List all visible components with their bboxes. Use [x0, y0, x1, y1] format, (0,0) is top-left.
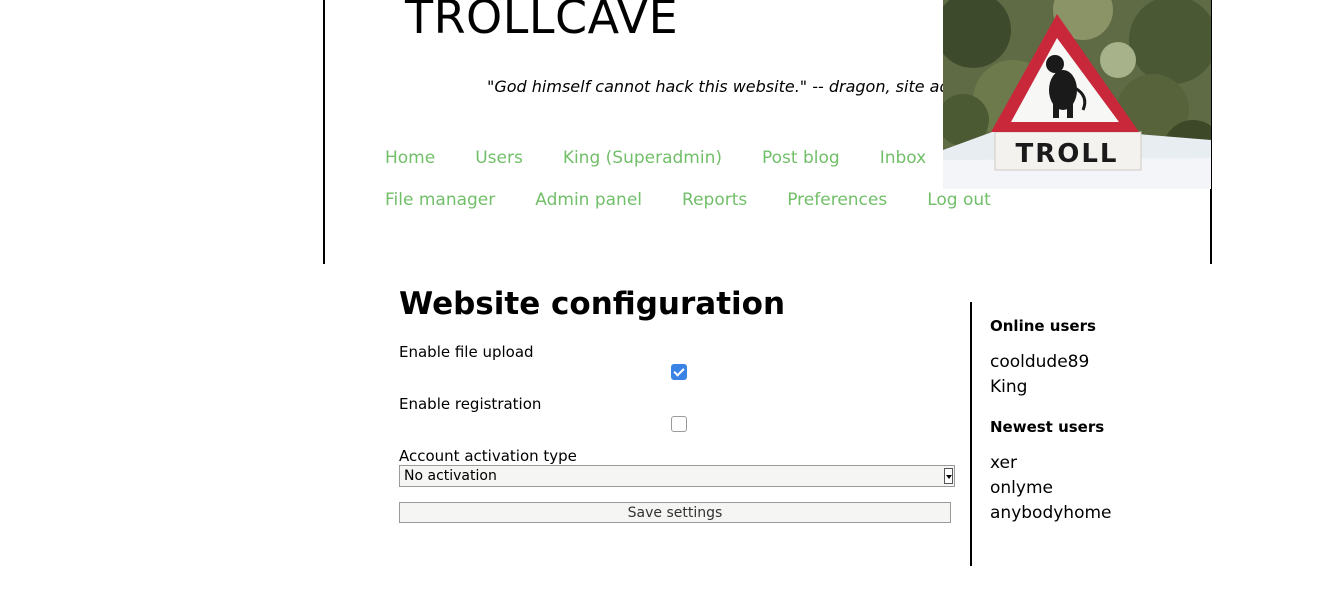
newest-user-item[interactable]: onlyme — [990, 476, 1190, 501]
nav-link-preferences[interactable]: Preferences — [787, 190, 887, 210]
nav-link-file-manager[interactable]: File manager — [385, 190, 495, 210]
nav-link-inbox[interactable]: Inbox — [880, 148, 927, 168]
nav-row-2: File manager Admin panel Reports Prefere… — [385, 190, 1005, 232]
newest-users-list: xer onlyme anybodyhome — [990, 451, 1190, 526]
chevron-down-icon — [944, 468, 953, 484]
file-upload-label: Enable file upload — [399, 343, 534, 361]
page-title: Website configuration — [399, 286, 786, 322]
registration-label: Enable registration — [399, 395, 542, 413]
nav-link-admin-panel[interactable]: Admin panel — [535, 190, 642, 210]
nav-link-users[interactable]: Users — [475, 148, 523, 168]
registration-checkbox[interactable] — [671, 416, 687, 432]
config-form: Website configuration Enable file upload… — [399, 282, 955, 523]
nav-link-king-superadmin[interactable]: King (Superadmin) — [563, 148, 722, 168]
file-upload-checkbox[interactable] — [671, 364, 687, 380]
online-users-list: cooldude89 King — [990, 350, 1190, 400]
nav-link-post-blog[interactable]: Post blog — [762, 148, 840, 168]
site-header: TROLLCAVE "God himself cannot hack this … — [323, 0, 1212, 264]
troll-sign-text: TROLL — [1016, 139, 1119, 169]
online-user-item[interactable]: cooldude89 — [990, 350, 1190, 375]
activation-type-select[interactable]: No activation — [399, 465, 955, 487]
activation-type-selected-value: No activation — [404, 468, 497, 484]
nav-link-reports[interactable]: Reports — [682, 190, 747, 210]
registration-field: Enable registration — [399, 395, 951, 438]
page: TROLLCAVE "God himself cannot hack this … — [0, 0, 1335, 612]
nav-link-log-out[interactable]: Log out — [927, 190, 991, 210]
site-title[interactable]: TROLLCAVE — [405, 0, 678, 48]
newest-users-heading: Newest users — [990, 418, 1105, 436]
activation-type-label: Account activation type — [399, 447, 577, 465]
main-navigation: Home Users King (Superadmin) Post blog I… — [385, 148, 1005, 232]
newest-user-item[interactable]: xer — [990, 451, 1190, 476]
nav-row-1: Home Users King (Superadmin) Post blog I… — [385, 148, 1005, 190]
online-user-item[interactable]: King — [990, 375, 1190, 400]
online-users-heading: Online users — [990, 317, 1096, 335]
sidebar: Online users cooldude89 King Newest user… — [970, 302, 1190, 566]
site-tagline: "God himself cannot hack this website." … — [487, 77, 980, 96]
save-settings-button[interactable]: Save settings — [399, 502, 951, 523]
nav-link-home[interactable]: Home — [385, 148, 435, 168]
file-upload-field: Enable file upload — [399, 343, 951, 386]
newest-user-item[interactable]: anybodyhome — [990, 501, 1190, 526]
activation-type-field: Account activation type No activation — [399, 447, 955, 487]
